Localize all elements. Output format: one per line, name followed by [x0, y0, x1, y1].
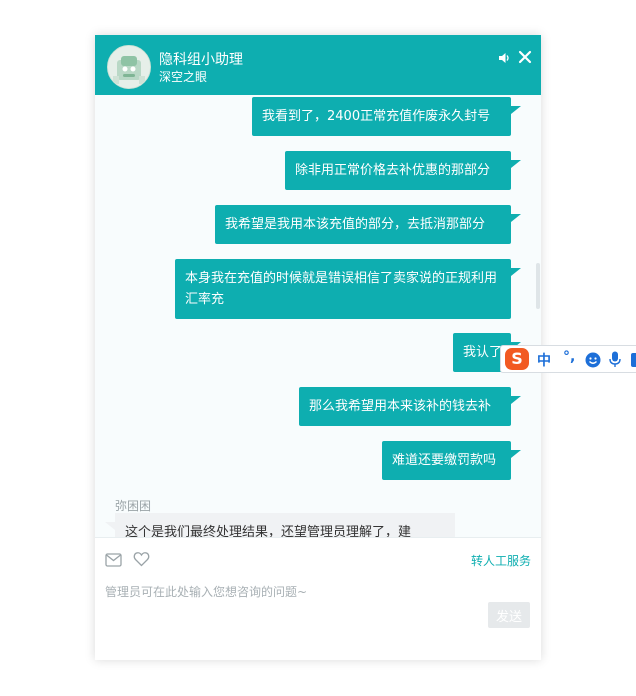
ime-punctuation-toggle[interactable]: °, — [563, 349, 575, 365]
microphone-icon[interactable] — [609, 351, 621, 368]
message-bubble: 难道还要缴罚款吗 — [382, 441, 521, 480]
transfer-human-link[interactable]: 转人工服务 — [471, 552, 531, 569]
avatar — [107, 45, 151, 89]
chat-window: 隐科组小助理 深空之眼 我看到了，2400正常充值作废永久封号 除非用正常价格去… — [95, 35, 541, 660]
send-button[interactable]: 发送 — [488, 602, 530, 628]
close-icon[interactable] — [518, 49, 532, 64]
agent-message-bubble: 这个是我们最终处理结果，还望管理员理解了，建 — [115, 513, 455, 537]
sogou-logo-icon[interactable]: S — [505, 348, 529, 370]
scrollbar[interactable] — [536, 263, 540, 309]
emoji-icon[interactable] — [585, 352, 601, 368]
message-input[interactable] — [105, 582, 531, 602]
ime-language-toggle[interactable]: 中 — [537, 350, 551, 370]
heart-icon[interactable] — [133, 551, 150, 567]
message-list[interactable]: 我看到了，2400正常充值作废永久封号 除非用正常价格去补优惠的那部分 我希望是… — [95, 95, 541, 537]
ime-more-button[interactable] — [631, 353, 636, 367]
agent-bubble-tail — [105, 522, 115, 530]
message-bubble: 那么我希望用本来该补的钱去补 — [299, 387, 521, 426]
message-bubble: 本身我在充值的时候就是错误相信了卖家说的正规利用汇率充 — [175, 259, 521, 319]
chat-title: 隐科组小助理 — [159, 52, 243, 68]
message-bubble: 除非用正常价格去补优惠的那部分 — [285, 151, 521, 190]
mail-icon[interactable] — [105, 552, 122, 567]
agent-name: 弥困困 — [115, 499, 152, 513]
speaker-icon[interactable] — [497, 50, 511, 64]
chat-subtitle: 深空之眼 — [159, 70, 208, 84]
chat-header: 隐科组小助理 深空之眼 — [95, 35, 541, 95]
ime-toolbar[interactable]: S 中 °, — [500, 345, 636, 373]
chat-footer: 转人工服务 发送 — [95, 537, 541, 660]
message-bubble: 我希望是我用本该充值的部分，去抵消那部分 — [215, 205, 521, 244]
message-bubble: 我看到了，2400正常充值作废永久封号 — [252, 97, 521, 136]
